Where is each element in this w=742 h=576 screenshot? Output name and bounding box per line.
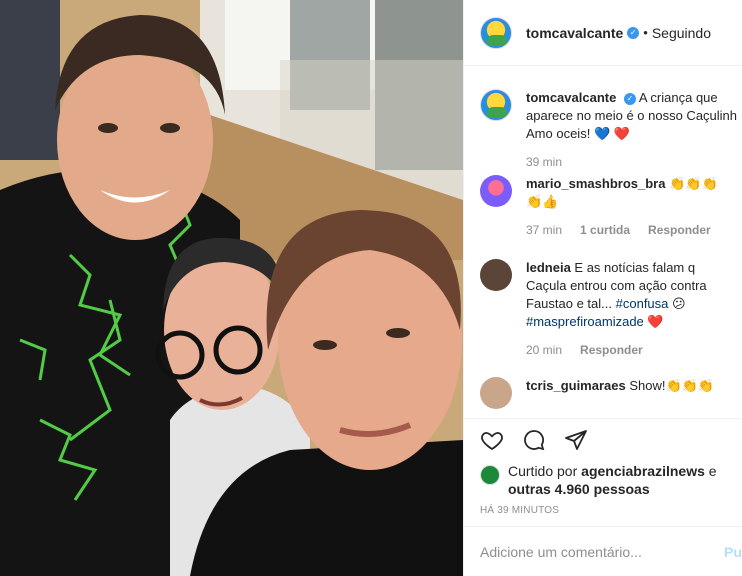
comment-username[interactable]: mario_smashbros_bra — [526, 176, 665, 191]
comment-line-1: E as notícias falam q — [574, 260, 696, 275]
comment-line-2: 👏👍 — [526, 194, 559, 209]
verified-badge-icon: ✓ — [627, 26, 640, 39]
comment-time[interactable]: 37 min — [526, 223, 562, 237]
comment-text: mario_smashbros_bra 👏👏👏 👏👍 — [526, 175, 718, 211]
reply-button[interactable]: Responder — [580, 343, 643, 357]
hashtag-link[interactable]: #masprefiroamizade — [526, 314, 644, 329]
comment-item: ledneia E as notícias falam q Caçula ent… — [480, 259, 742, 357]
comment-text: ledneia E as notícias falam q Caçula ent… — [526, 259, 707, 331]
commenter-avatar[interactable] — [480, 259, 512, 291]
add-comment-bar: Adicione um comentário... Pu — [464, 526, 742, 576]
comment-emoji: 😕 — [672, 296, 686, 311]
comment-line-3: Faustao e tal... — [526, 296, 612, 311]
caption-author-avatar[interactable] — [480, 89, 512, 121]
post-photo[interactable] — [0, 0, 463, 576]
caption-emoji: 💙 ❤️ — [593, 126, 630, 141]
following-button[interactable]: Seguindo — [652, 25, 711, 41]
comment-line-1: Show!👏👏👏 — [629, 378, 715, 393]
comment-time[interactable]: 20 min — [526, 343, 562, 357]
comment-like-count[interactable]: 1 curtida — [580, 223, 630, 237]
caption-username[interactable]: tomcavalcante — [526, 90, 616, 105]
comment-line-2: Caçula entrou com ação contra — [526, 278, 707, 293]
reply-button[interactable]: Responder — [648, 223, 711, 237]
heart-outline-icon[interactable] — [480, 428, 504, 455]
photo-illustration — [0, 0, 463, 576]
likes-summary: Curtido por agenciabrazilnews e outras 4… — [480, 462, 738, 498]
liker-avatar[interactable] — [480, 465, 500, 485]
hashtag-link[interactable]: #confusa — [616, 296, 669, 311]
comment-input[interactable]: Adicione um comentário... — [480, 544, 642, 560]
verified-badge-icon: ✓ — [623, 93, 636, 105]
comment-line-1: 👏👏👏 — [669, 176, 718, 191]
post-timestamp[interactable]: HÁ 39 MINUTOS — [480, 505, 559, 516]
caption-line-2: aparece no meio é o nosso Caçulinh — [526, 108, 738, 123]
publish-button[interactable]: Pu — [724, 544, 742, 560]
paper-plane-icon[interactable] — [564, 428, 588, 455]
comment-username[interactable]: tcris_guimaraes — [526, 378, 626, 393]
caption-line-3: Amo oceis! — [526, 126, 591, 141]
post-header: tomcavalcante ✓ • Seguindo — [464, 0, 742, 66]
author-avatar[interactable] — [480, 16, 512, 49]
comment-emoji: ❤️ — [647, 314, 664, 329]
comment-username[interactable]: ledneia — [526, 260, 571, 275]
comment-text: tcris_guimaraes Show!👏👏👏 — [526, 377, 714, 395]
caption-item: tomcavalcante ✓ A criança que aparece no… — [480, 89, 742, 169]
comment-item: mario_smashbros_bra 👏👏👏 👏👍 37 min 1 curt… — [480, 175, 742, 237]
post-actions-bar — [464, 418, 742, 464]
post-side-panel: tomcavalcante ✓ • Seguindo tomcavalcante… — [463, 0, 742, 576]
comments-list[interactable]: tomcavalcante ✓ A criança que aparece no… — [464, 67, 742, 417]
others-likes-link[interactable]: outras 4.960 pessoas — [508, 481, 650, 497]
liked-by-connector: e — [708, 463, 717, 479]
author-username[interactable]: tomcavalcante — [526, 25, 623, 41]
caption-text: tomcavalcante ✓ A criança que aparece no… — [526, 89, 737, 143]
commenter-avatar[interactable] — [480, 377, 512, 409]
liker-username[interactable]: agenciabrazilnews — [581, 463, 705, 479]
speech-bubble-icon[interactable] — [522, 428, 546, 455]
caption-time[interactable]: 39 min — [526, 155, 562, 169]
header-separator: • — [643, 25, 648, 40]
commenter-avatar[interactable] — [480, 175, 512, 207]
caption-line-1: A criança que — [638, 90, 718, 105]
liked-by-prefix: Curtido por — [508, 463, 578, 479]
comment-item: tcris_guimaraes Show!👏👏👏 — [480, 377, 742, 409]
